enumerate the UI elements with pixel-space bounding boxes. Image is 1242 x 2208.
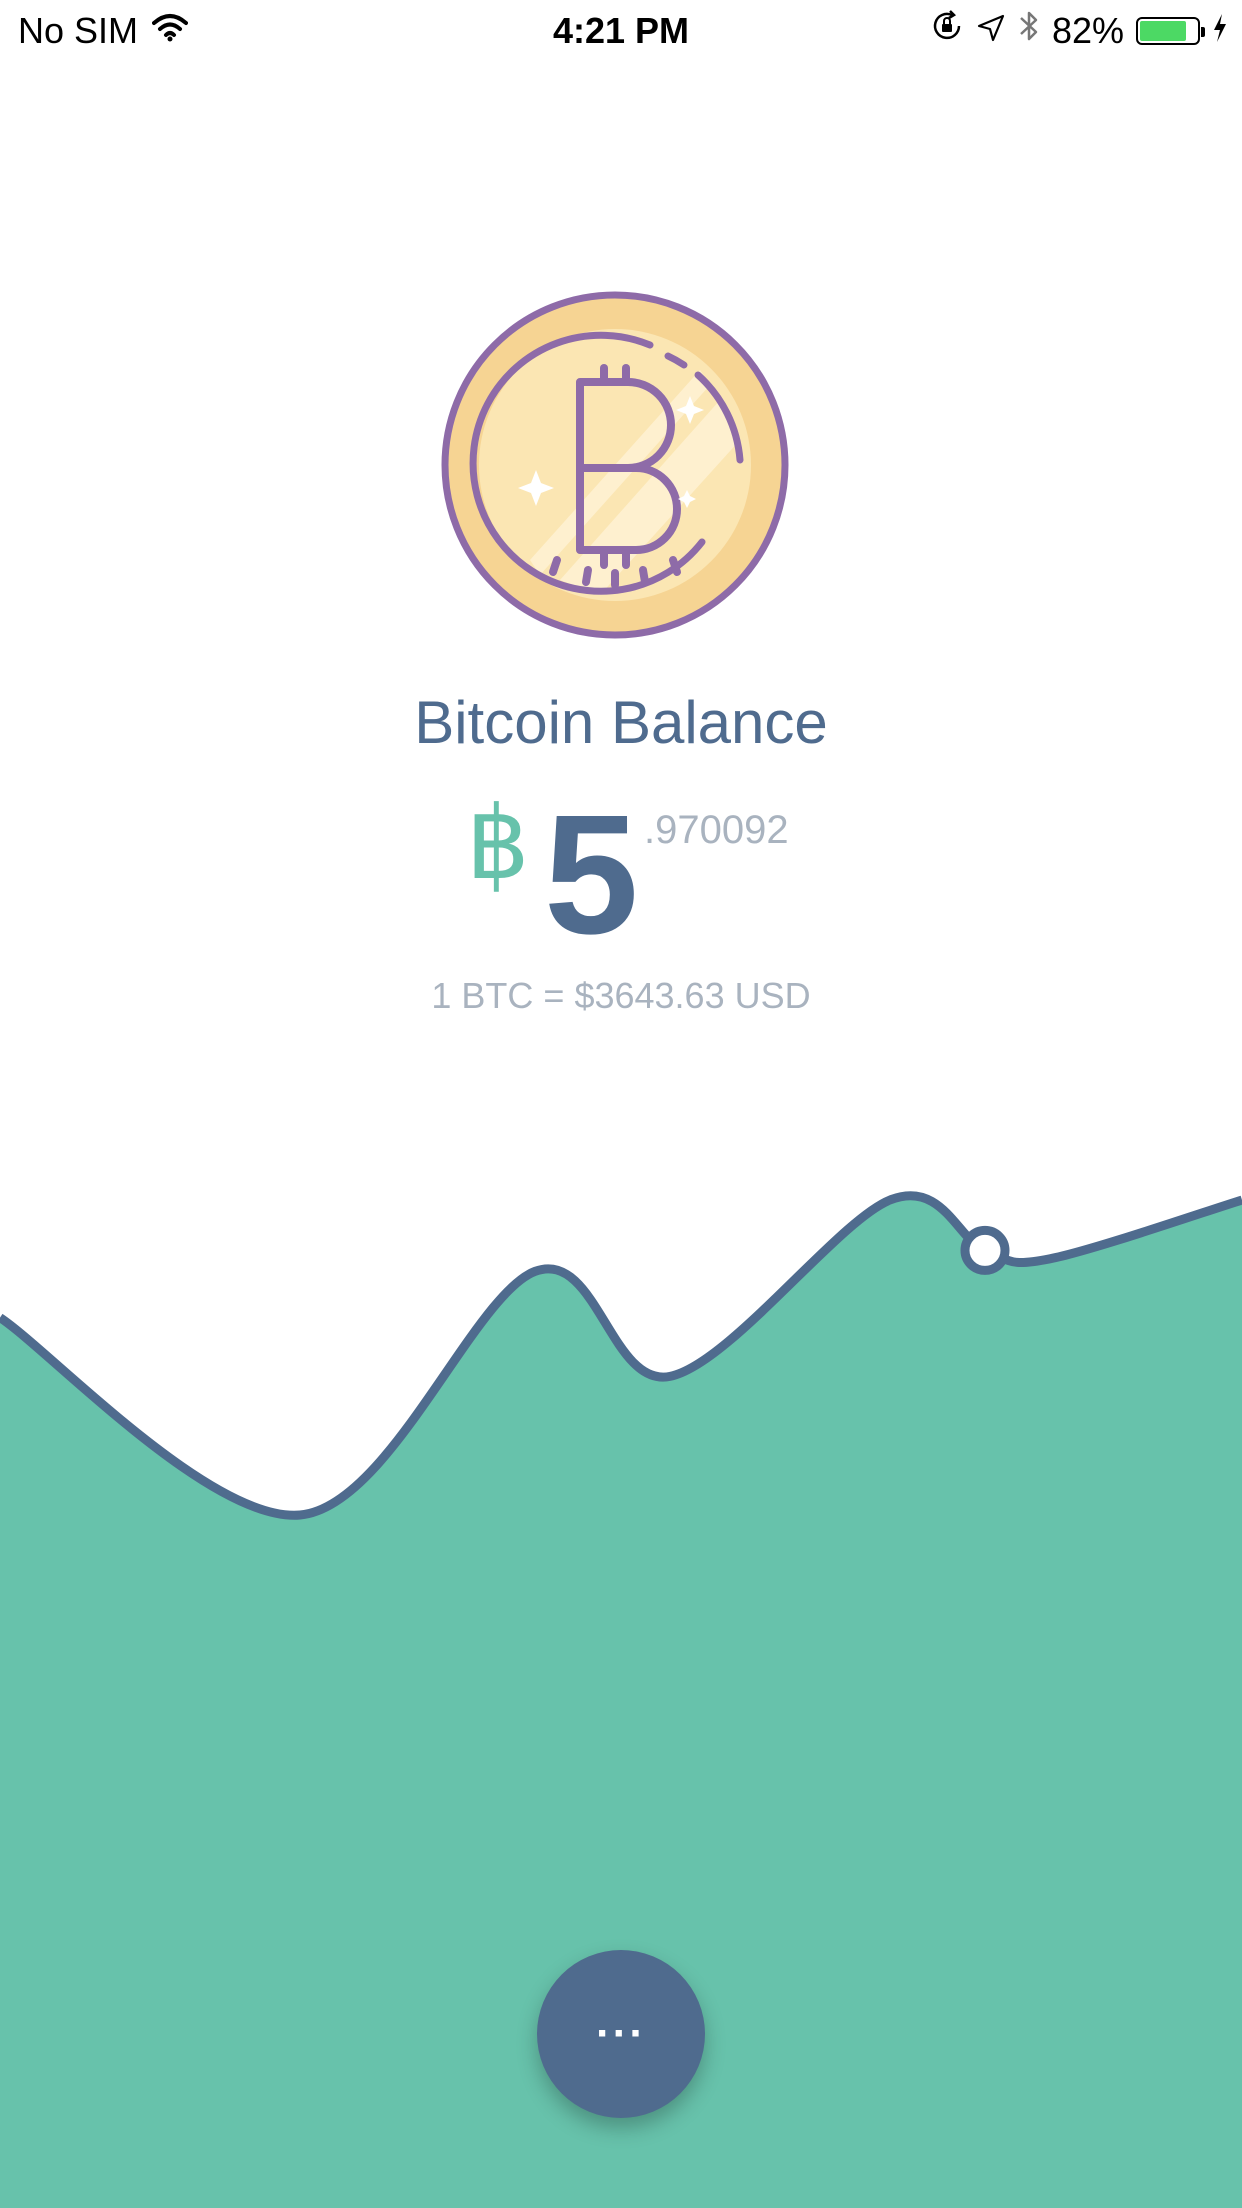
rotation-lock-icon — [930, 9, 964, 52]
battery-cap — [1201, 26, 1205, 37]
battery-icon — [1136, 16, 1205, 45]
exchange-rate: 1 BTC = $3643.63 USD — [431, 975, 811, 1016]
battery-level — [1140, 20, 1186, 41]
more-button[interactable]: ··· — [537, 1950, 705, 2118]
bluetooth-icon — [1018, 8, 1040, 53]
bitcoin-coin-icon — [440, 290, 790, 640]
bitcoin-wallet-screen: No SIM 4:21 PM 82% Bitcoin Balance ฿ 5 .… — [0, 0, 1242, 2208]
status-bar: No SIM 4:21 PM 82% — [0, 0, 1242, 62]
btc-currency-symbol: ฿ — [466, 788, 530, 900]
balance-decimal: .970092 — [644, 808, 789, 852]
balance-display: ฿ 5 .970092 — [0, 790, 1242, 960]
location-icon — [976, 10, 1006, 52]
page-title: Bitcoin Balance — [414, 689, 828, 756]
charging-icon — [1212, 10, 1228, 52]
status-right: 82% — [930, 8, 1228, 53]
balance-integer: 5 — [544, 780, 639, 970]
battery-percent: 82% — [1051, 9, 1124, 51]
chart-selected-point[interactable] — [960, 1225, 1010, 1275]
more-icon: ··· — [596, 2009, 646, 2058]
